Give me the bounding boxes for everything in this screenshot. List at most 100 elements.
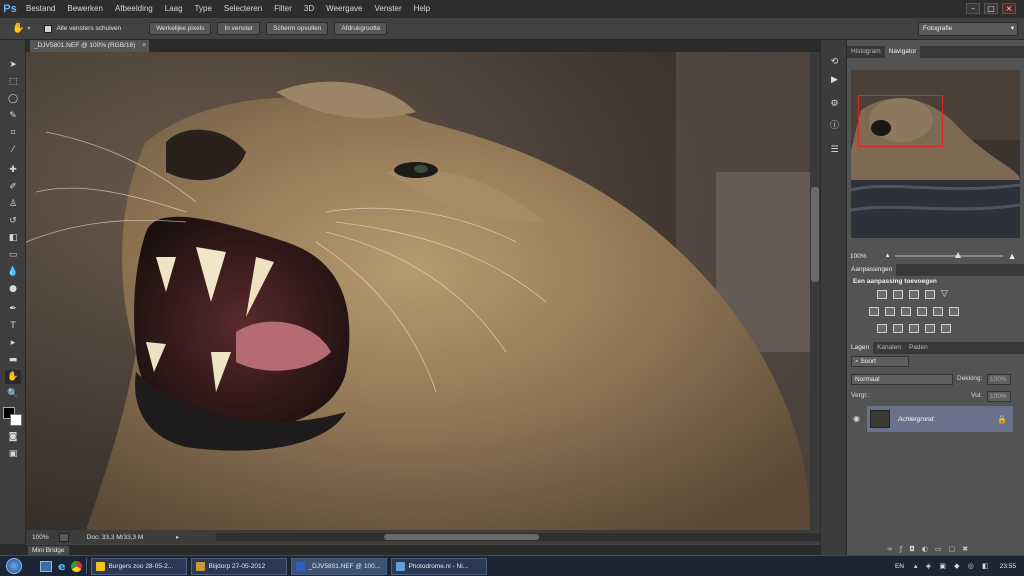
eraser-tool-icon[interactable]: ◧ [5,231,21,245]
brightness-icon[interactable] [877,290,887,299]
horizontal-scrollbar[interactable] [216,533,836,541]
screen-mode-icon[interactable]: ▣ [5,447,21,461]
taskbar-item-photoshop[interactable]: _DJV5801.NEF @ 100... [291,557,388,575]
photo-filter-icon[interactable] [917,307,927,316]
vertical-scroll-thumb[interactable] [811,187,819,282]
start-button[interactable] [6,558,22,574]
tab-histogram[interactable]: Histogram [847,46,885,58]
selective-color-icon[interactable] [925,324,935,333]
layer-name[interactable]: Achtergrond [898,416,933,423]
type-tool-icon[interactable]: T [5,319,21,333]
zoom-slider-handle[interactable] [954,252,961,258]
quick-mask-icon[interactable]: ◙ [5,430,21,444]
tab-channels[interactable]: Kanalen [873,342,905,354]
color-balance-icon[interactable] [885,307,895,316]
move-tool-icon[interactable]: ➤ [5,58,21,72]
fill-screen-button[interactable]: Scherm opvullen [265,22,329,35]
adjustment-layer-icon[interactable]: ◐ [922,545,935,553]
language-indicator[interactable]: EN [895,563,904,570]
eye-icon[interactable]: ◉ [853,414,860,423]
eyedropper-tool-icon[interactable]: ⁄ [5,143,21,157]
link-layers-icon[interactable]: ∞ [887,545,900,553]
color-lookup-icon[interactable] [949,307,959,316]
status-arrow-icon[interactable]: ▸ [176,533,179,541]
menu-afbeelding[interactable]: Afbeelding [109,0,159,18]
menu-help[interactable]: Help [408,0,436,18]
menu-3d[interactable]: 3D [298,0,320,18]
dodge-tool-icon[interactable]: ● [5,282,21,296]
history-icon[interactable]: ⟲ [828,56,841,68]
document-tab[interactable]: _DJV5801.NEF @ 100% (RGB/16) × [30,40,150,52]
invert-icon[interactable] [877,324,887,333]
threshold-icon[interactable] [909,324,919,333]
blur-tool-icon[interactable]: 💧 [5,265,21,279]
curves-icon[interactable] [909,290,919,299]
gradient-map-icon[interactable] [941,324,951,333]
maximize-button[interactable]: □ [984,3,998,14]
history-brush-tool-icon[interactable]: ↺ [5,214,21,228]
quick-select-tool-icon[interactable]: ✎ [5,109,21,123]
blend-mode-select[interactable]: Normaal [851,374,953,385]
clock[interactable]: 23:55 [1000,563,1016,570]
menu-type[interactable]: Type [189,0,218,18]
menu-selecteren[interactable]: Selecteren [218,0,268,18]
close-icon[interactable]: × [142,40,146,52]
opacity-value[interactable]: 100% [987,374,1011,385]
navigator-thumbnail[interactable] [851,70,1020,238]
layer-kind-filter[interactable]: ⌕ Soort [851,356,909,367]
zoom-slider[interactable] [894,252,1003,258]
minimize-button[interactable]: – [966,3,980,14]
actual-pixels-button[interactable]: Werkelijke pixels [149,22,212,35]
menu-weergave[interactable]: Weergave [320,0,368,18]
chevron-down-icon[interactable]: ▾ [27,25,30,32]
hue-saturation-icon[interactable] [869,307,879,316]
hand-tool-icon[interactable]: ✋ [5,370,21,384]
close-button[interactable]: × [1002,3,1016,14]
tab-adjustments[interactable]: Aanpassingen [847,264,897,276]
black-white-icon[interactable] [901,307,911,316]
delete-layer-icon[interactable]: ✖ [962,545,975,553]
mask-icon[interactable]: ◘ [909,545,922,553]
taskbar-item-browser[interactable]: Photodrome.nl - Ni... [391,557,488,575]
zoom-level[interactable]: 100% [32,534,49,541]
tray-icons[interactable]: ▴ ◈ ▣ ◆ ◎ ◧ [914,562,992,570]
zoom-out-icon[interactable]: ▲ [885,253,891,259]
brush-tool-icon[interactable]: ✐ [5,180,21,194]
healing-brush-tool-icon[interactable]: ✚ [5,163,21,177]
levels-icon[interactable] [893,290,903,299]
crop-tool-icon[interactable]: ⌗ [5,126,21,140]
fill-value[interactable]: 100% [987,391,1011,402]
show-desktop-icon[interactable] [40,560,52,572]
tab-navigator[interactable]: Navigator [884,46,921,58]
print-size-button[interactable]: Afdrukgrootte [334,22,388,35]
workspace-select[interactable]: Fotografie ▾ [918,22,1018,36]
scroll-all-windows-checkbox[interactable] [44,24,53,33]
vibrance-icon[interactable]: ▽ [941,290,951,299]
menu-laag[interactable]: Laag [159,0,189,18]
tab-paths[interactable]: Paden [905,342,932,354]
exposure-icon[interactable] [925,290,935,299]
vertical-scrollbar[interactable] [810,52,820,530]
new-layer-icon[interactable]: ▢ [949,545,963,553]
horizontal-scroll-thumb[interactable] [384,534,539,540]
posterize-icon[interactable] [893,324,903,333]
info-icon[interactable]: ⓘ [828,118,841,131]
zoom-tool-icon[interactable]: 🔍 [5,387,21,401]
path-select-tool-icon[interactable]: ▸ [5,336,21,350]
background-color-swatch[interactable] [10,414,22,426]
properties-icon[interactable]: ☰ [828,144,841,156]
status-menu-icon[interactable] [58,532,69,542]
gradient-tool-icon[interactable]: ▭ [5,248,21,262]
clone-stamp-tool-icon[interactable]: ♙ [5,197,21,211]
tab-layers[interactable]: Lagen [847,342,874,354]
lasso-tool-icon[interactable]: ◯ [5,92,21,106]
fx-icon[interactable]: ƒ [900,545,909,553]
marquee-tool-icon[interactable]: ⬚ [5,75,21,89]
pen-tool-icon[interactable]: ✒ [5,302,21,316]
fit-screen-button[interactable]: In venster [217,22,260,35]
group-icon[interactable]: ▭ [935,545,949,553]
ie-icon[interactable]: e [58,560,65,573]
menu-bewerken[interactable]: Bewerken [61,0,109,18]
taskbar-item-bridge[interactable]: Blijdorp 27-05-2012 [191,557,288,575]
menu-filter[interactable]: Filter [268,0,298,18]
